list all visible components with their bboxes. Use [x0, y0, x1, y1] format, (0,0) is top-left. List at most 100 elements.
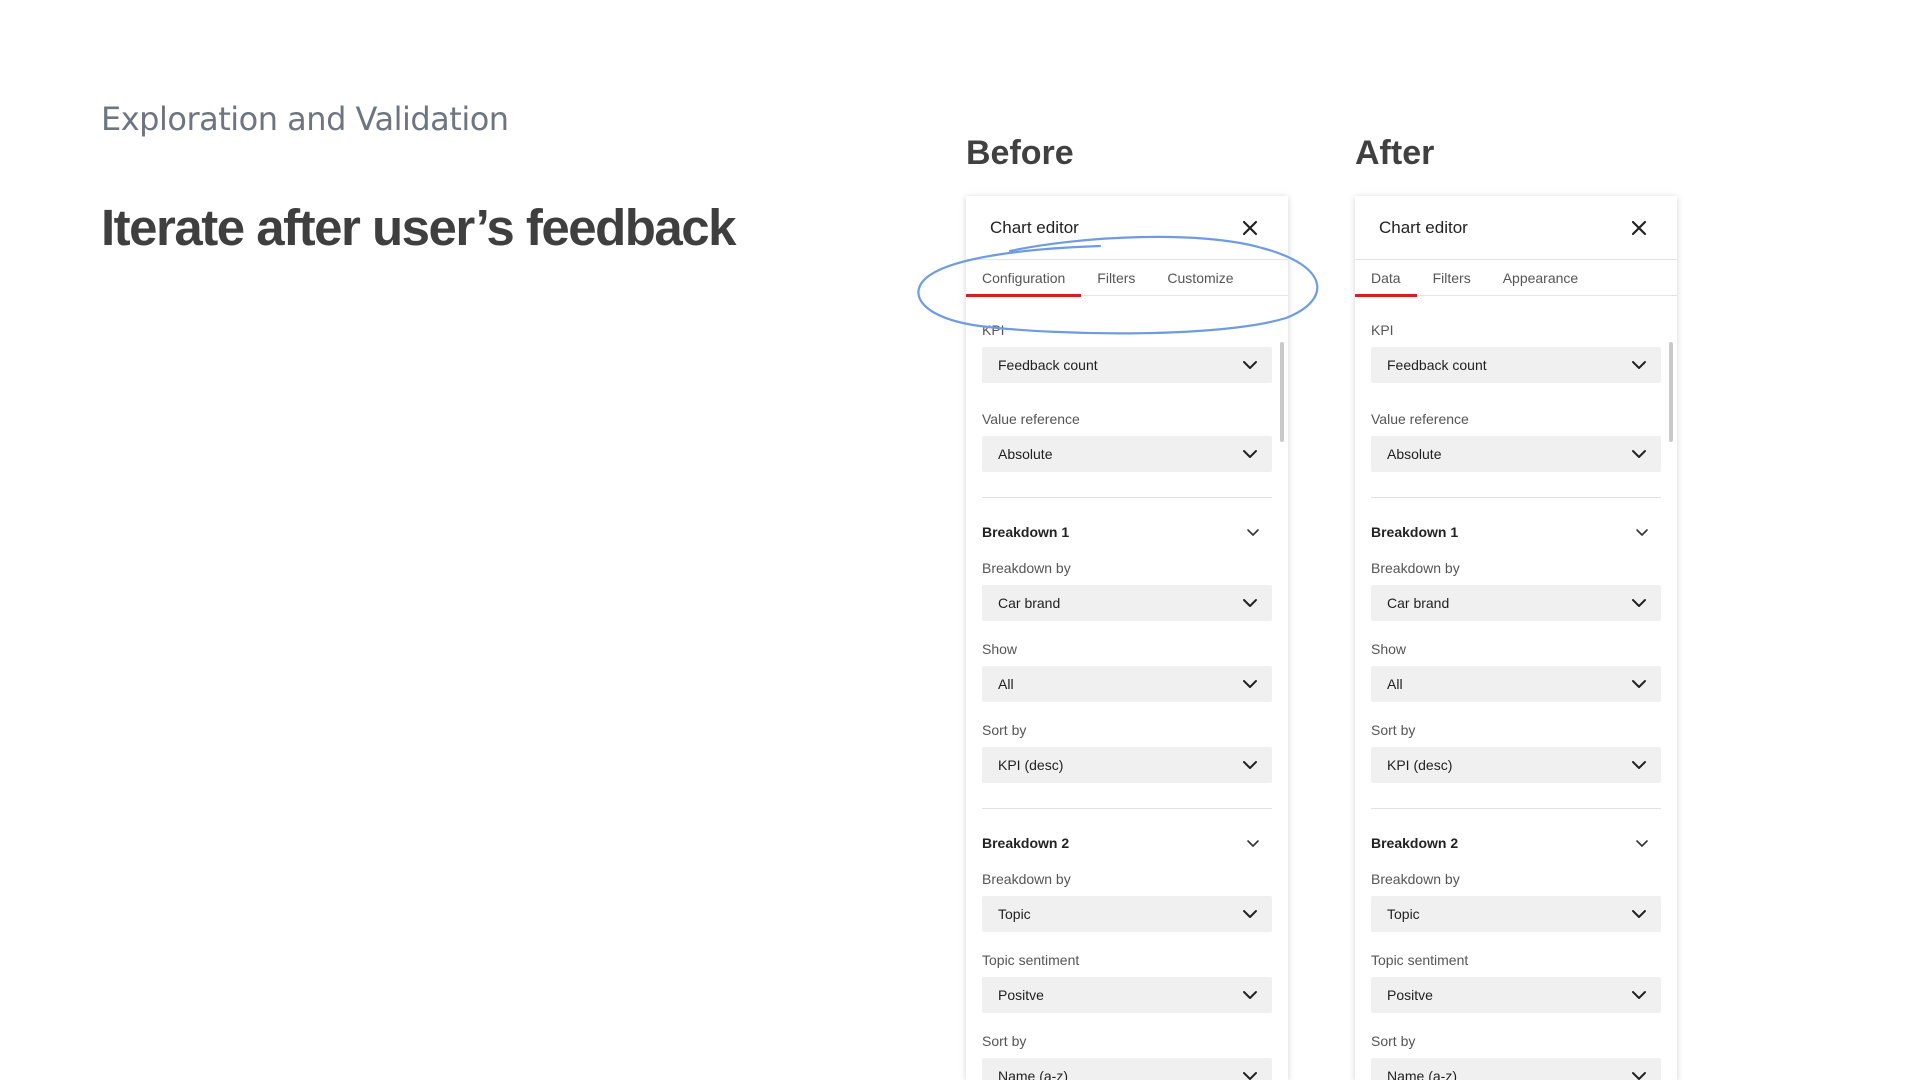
kpi-label: KPI [1371, 322, 1394, 338]
scrollbar[interactable] [1280, 342, 1284, 442]
chevron-down-icon [1632, 1072, 1646, 1080]
select-value: Name (a-z) [1387, 1068, 1458, 1080]
topic-sentiment-label: Topic sentiment [1371, 952, 1469, 968]
kpi-label: KPI [982, 322, 1005, 338]
sort-by-select[interactable]: KPI (desc) [982, 747, 1272, 783]
section-title: Breakdown 2 [1371, 835, 1459, 851]
close-button[interactable] [1240, 218, 1260, 238]
select-value: Positve [1387, 987, 1433, 1003]
chevron-down-icon [1632, 991, 1646, 999]
tab-customize[interactable]: Customize [1151, 260, 1249, 296]
panel-title: Chart editor [1379, 218, 1468, 237]
show-select[interactable]: All [982, 666, 1272, 702]
breakdown-2-header[interactable]: Breakdown 2 [1371, 835, 1661, 853]
breakdown-1-header[interactable]: Breakdown 1 [1371, 524, 1661, 542]
kpi-select[interactable]: Feedback count [982, 347, 1272, 383]
value-reference-select[interactable]: Absolute [1371, 436, 1661, 472]
select-value: All [998, 676, 1014, 692]
topic-sentiment-select[interactable]: Positve [982, 977, 1272, 1013]
chevron-down-icon [1243, 361, 1257, 369]
chevron-down-icon [1243, 910, 1257, 918]
tab-appearance[interactable]: Appearance [1487, 260, 1595, 296]
divider [982, 808, 1272, 809]
breakdown-by-select[interactable]: Car brand [982, 585, 1272, 621]
chevron-down-icon [1632, 910, 1646, 918]
chevron-down-icon [1243, 991, 1257, 999]
show-select[interactable]: All [1371, 666, 1661, 702]
chevron-down-icon [1247, 840, 1259, 847]
sort-by-label: Sort by [1371, 1033, 1416, 1049]
breakdown-by-select[interactable]: Topic [982, 896, 1272, 932]
chevron-down-icon [1632, 361, 1646, 369]
divider [1371, 497, 1661, 498]
select-value: Name (a-z) [998, 1068, 1069, 1080]
breakdown-by-select[interactable]: Car brand [1371, 585, 1661, 621]
divider [1371, 808, 1661, 809]
close-button[interactable] [1629, 218, 1649, 238]
sort-by-select[interactable]: Name (a-z) [982, 1058, 1272, 1080]
section-title: Breakdown 1 [1371, 524, 1459, 540]
select-value: Feedback count [998, 357, 1098, 373]
breakdown-by-select[interactable]: Topic [1371, 896, 1661, 932]
chevron-down-icon [1243, 680, 1257, 688]
sort-by-select[interactable]: KPI (desc) [1371, 747, 1661, 783]
select-value: Car brand [1387, 595, 1450, 611]
value-reference-select[interactable]: Absolute [982, 436, 1272, 472]
divider [982, 497, 1272, 498]
before-label: Before [966, 134, 1074, 172]
tab-label: Customize [1167, 270, 1234, 286]
tab-label: Filters [1097, 270, 1136, 286]
select-value: Feedback count [1387, 357, 1487, 373]
sort-by-label: Sort by [982, 1033, 1027, 1049]
chevron-down-icon [1632, 761, 1646, 769]
chevron-down-icon [1632, 599, 1646, 607]
tab-data[interactable]: Data [1355, 260, 1417, 297]
tab-filters[interactable]: Filters [1417, 260, 1487, 296]
select-value: KPI (desc) [998, 757, 1064, 773]
scrollbar[interactable] [1669, 342, 1673, 442]
chart-editor-panel-before: Chart editor Configuration Filters Custo… [966, 196, 1288, 1080]
section-title: Breakdown 1 [982, 524, 1070, 540]
select-value: Car brand [998, 595, 1061, 611]
tab-label: Filters [1432, 270, 1471, 286]
close-icon [1242, 220, 1258, 236]
chevron-down-icon [1243, 450, 1257, 458]
kpi-select[interactable]: Feedback count [1371, 347, 1661, 383]
breakdown-by-label: Breakdown by [982, 871, 1071, 887]
select-value: Absolute [1387, 446, 1442, 462]
chevron-down-icon [1636, 529, 1648, 536]
chevron-down-icon [1636, 840, 1648, 847]
select-value: Topic [998, 906, 1031, 922]
topic-sentiment-select[interactable]: Positve [1371, 977, 1661, 1013]
panel-header: Chart editor [966, 196, 1288, 260]
tab-label: Appearance [1502, 270, 1579, 286]
breakdown-by-label: Breakdown by [1371, 560, 1460, 576]
close-icon [1631, 220, 1647, 236]
show-label: Show [982, 641, 1018, 657]
tab-label: Configuration [982, 270, 1066, 286]
tab-filters[interactable]: Filters [1081, 260, 1151, 296]
breakdown-by-label: Breakdown by [1371, 871, 1460, 887]
panel-header: Chart editor [1355, 196, 1677, 260]
after-label: After [1355, 134, 1435, 172]
tab-configuration[interactable]: Configuration [966, 260, 1082, 297]
value-reference-label: Value reference [1371, 411, 1469, 427]
tab-bar: Configuration Filters Customize [966, 260, 1288, 297]
chevron-down-icon [1243, 1072, 1257, 1080]
value-reference-label: Value reference [982, 411, 1080, 427]
page-title: Iterate after user’s feedback [101, 199, 737, 256]
show-label: Show [1371, 641, 1407, 657]
sort-by-select[interactable]: Name (a-z) [1371, 1058, 1661, 1080]
select-value: Positve [998, 987, 1044, 1003]
chart-editor-panel-after: Chart editor Data Filters Appearance KPI… [1355, 196, 1677, 1080]
tab-label: Data [1371, 270, 1401, 286]
breakdown-1-header[interactable]: Breakdown 1 [982, 524, 1272, 542]
sort-by-label: Sort by [1371, 722, 1416, 738]
select-value: Topic [1387, 906, 1420, 922]
panel-title: Chart editor [990, 218, 1079, 237]
topic-sentiment-label: Topic sentiment [982, 952, 1080, 968]
breakdown-2-header[interactable]: Breakdown 2 [982, 835, 1272, 853]
chevron-down-icon [1247, 529, 1259, 536]
sort-by-label: Sort by [982, 722, 1027, 738]
panel-body: KPI Feedback count Value reference Absol… [966, 322, 1288, 1080]
